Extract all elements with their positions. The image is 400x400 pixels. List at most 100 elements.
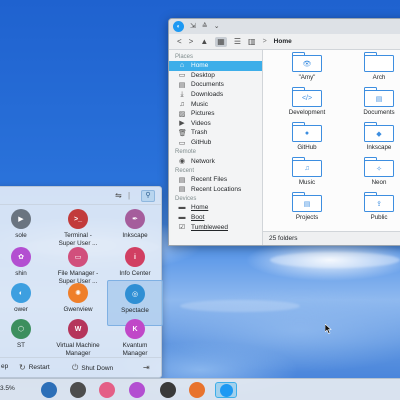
inkscape-icon[interactable] [70, 382, 86, 398]
power-icon: ⏻ [72, 363, 79, 372]
dolphin-icon: ◐ [173, 21, 184, 32]
app-label: Info Center [119, 270, 151, 277]
folder-icon: ● [292, 122, 322, 142]
places-item-label: GitHub [191, 139, 212, 147]
places-item-label: Home [191, 62, 209, 70]
titlebar: ◐ ⇲ ≙ ⌄ [169, 19, 400, 34]
folder-icon: ⇪ [364, 192, 394, 212]
places-item-home[interactable]: ▬ Home [169, 203, 262, 213]
status-text: 25 folders [269, 235, 298, 242]
wallpaper-wave [180, 300, 300, 312]
places-item-downloads[interactable]: ⤓ Downloads [169, 90, 262, 100]
folder-icon: ▤ [364, 87, 394, 107]
folder-name: Inkscape [366, 144, 392, 151]
folder-icon: 👁 [292, 52, 322, 72]
system-monitor-icon[interactable] [160, 382, 176, 398]
app-icon: ▶ [11, 209, 31, 229]
up-icon[interactable]: ▲ [200, 37, 208, 46]
keep-above-icon[interactable]: ≙ [202, 23, 208, 30]
places-item-boot[interactable]: ▬ Boot [169, 213, 262, 223]
restart-button[interactable]: ↻ Restart [19, 363, 50, 372]
app-label: sole [15, 232, 27, 239]
places-item-trash[interactable]: 🗑 Trash [169, 128, 262, 138]
app-icon: ✺ [68, 283, 88, 303]
places-item-network[interactable]: ◉ Network [169, 156, 262, 166]
icon-view-icon[interactable]: ▦ [215, 36, 227, 47]
app-icon: >_ [68, 209, 88, 229]
app-icon: i [125, 247, 145, 267]
settings-icon[interactable]: ⇋ [115, 191, 122, 200]
drive-icon: ▬ [178, 214, 186, 222]
folder-item[interactable]: ⇪ Public [343, 192, 400, 221]
places-item-github[interactable]: ▭ GitHub [169, 138, 262, 148]
places-section-header: Places [175, 54, 194, 60]
launcher-app-st[interactable]: ⬡ ST [0, 316, 49, 362]
places-item-music[interactable]: ♫ Music [169, 99, 262, 109]
forward-icon[interactable]: > [189, 37, 194, 46]
places-item-label: Pictures [191, 110, 215, 118]
app-label: Spectacle [121, 307, 149, 314]
folder-item[interactable]: Arch [343, 52, 400, 81]
toolbar: < > ▲ ▦ ☰ ▥ > Home [169, 34, 400, 50]
sleep-button[interactable]: ep [1, 363, 8, 370]
sleep-label: ep [1, 363, 9, 370]
places-item-label: Recent Locations [191, 185, 242, 193]
details-view-icon[interactable]: ☰ [234, 37, 241, 46]
documents-icon: ▤ [178, 81, 186, 89]
places-item-pictures[interactable]: ▨ Pictures [169, 109, 262, 119]
breadcrumb[interactable]: Home [274, 38, 292, 45]
places-item-label: Network [191, 157, 215, 165]
places-item-videos[interactable]: ▶ Videos [169, 119, 262, 129]
folder-icon: ▤ [292, 192, 322, 212]
folder-icon: ♫ [292, 157, 322, 177]
shutdown-button[interactable]: ⏻ Shut Down [72, 363, 113, 373]
folder-name: Documents [363, 109, 395, 116]
folder-name: Projects [295, 214, 319, 221]
firefox-icon[interactable] [189, 382, 205, 398]
folder-item[interactable]: 👁 "Amy" [271, 52, 343, 81]
breadcrumb-separator-icon: > [262, 38, 267, 45]
cpu-percent: 3.5% [0, 385, 15, 392]
places-item-label: Downloads [191, 91, 224, 99]
folder-item[interactable]: ♫ Music [271, 157, 343, 186]
status-bar: 25 folders [263, 231, 400, 245]
downloads-icon: ⤓ [180, 90, 184, 98]
app-label: ower [14, 306, 28, 313]
folder-item[interactable]: ● GitHub [271, 122, 343, 151]
places-item-recent-files[interactable]: ▤ Recent Files [169, 175, 262, 185]
pin-button[interactable]: ⚲ [141, 190, 155, 202]
pin-icon[interactable]: ⇲ [190, 23, 196, 30]
kvantum-icon[interactable] [129, 382, 145, 398]
folder-icon: ▭ [178, 139, 186, 147]
dolphin-icon[interactable] [215, 382, 237, 398]
folder-item[interactable]: </> Development [271, 87, 343, 116]
chevron-down-icon[interactable]: ⌄ [214, 23, 220, 30]
folder-item[interactable]: ◆ Inkscape [343, 122, 400, 151]
split-view-icon[interactable]: ▥ [248, 37, 256, 46]
places-item-tumbleweed[interactable]: ☑ Tumbleweed [169, 222, 262, 232]
folder-icon: ◆ [364, 122, 394, 142]
launcher-app-kvantum[interactable]: K Kvantum Manager [107, 316, 163, 362]
places-item-label: Videos [191, 119, 211, 127]
launcher-header: ⇋ | ⚲ [0, 187, 161, 205]
folder-name: Music [298, 179, 316, 186]
places-item-home[interactable]: ⌂ Home [169, 61, 262, 71]
back-icon[interactable]: < [177, 37, 182, 46]
folder-item[interactable]: ▤ Projects [271, 192, 343, 221]
drive-icon: ▬ [178, 204, 186, 212]
folder-name: Public [370, 214, 388, 221]
music-icon: ♫ [179, 100, 185, 108]
app-label: Kvantum Manager [122, 342, 148, 357]
wallpaper-wave [270, 252, 400, 268]
leave-button[interactable]: ⇥ [143, 363, 150, 372]
launcher-app-virtual-machine[interactable]: W Virtual Machine Manager [50, 316, 106, 362]
launcher-icon[interactable] [41, 382, 57, 398]
places-item-recent-locations[interactable]: ▤ Recent Locations [169, 185, 262, 195]
folder-item[interactable]: ✧ Neon [343, 157, 400, 186]
folder-item[interactable]: ▤ Documents [343, 87, 400, 116]
places-item-documents[interactable]: ▤ Documents [169, 80, 262, 90]
places-item-desktop[interactable]: ▭ Desktop [169, 71, 262, 81]
app-label: Gwenview [63, 306, 93, 313]
videos-icon: ▶ [179, 120, 185, 128]
gwenview-icon[interactable] [99, 382, 115, 398]
